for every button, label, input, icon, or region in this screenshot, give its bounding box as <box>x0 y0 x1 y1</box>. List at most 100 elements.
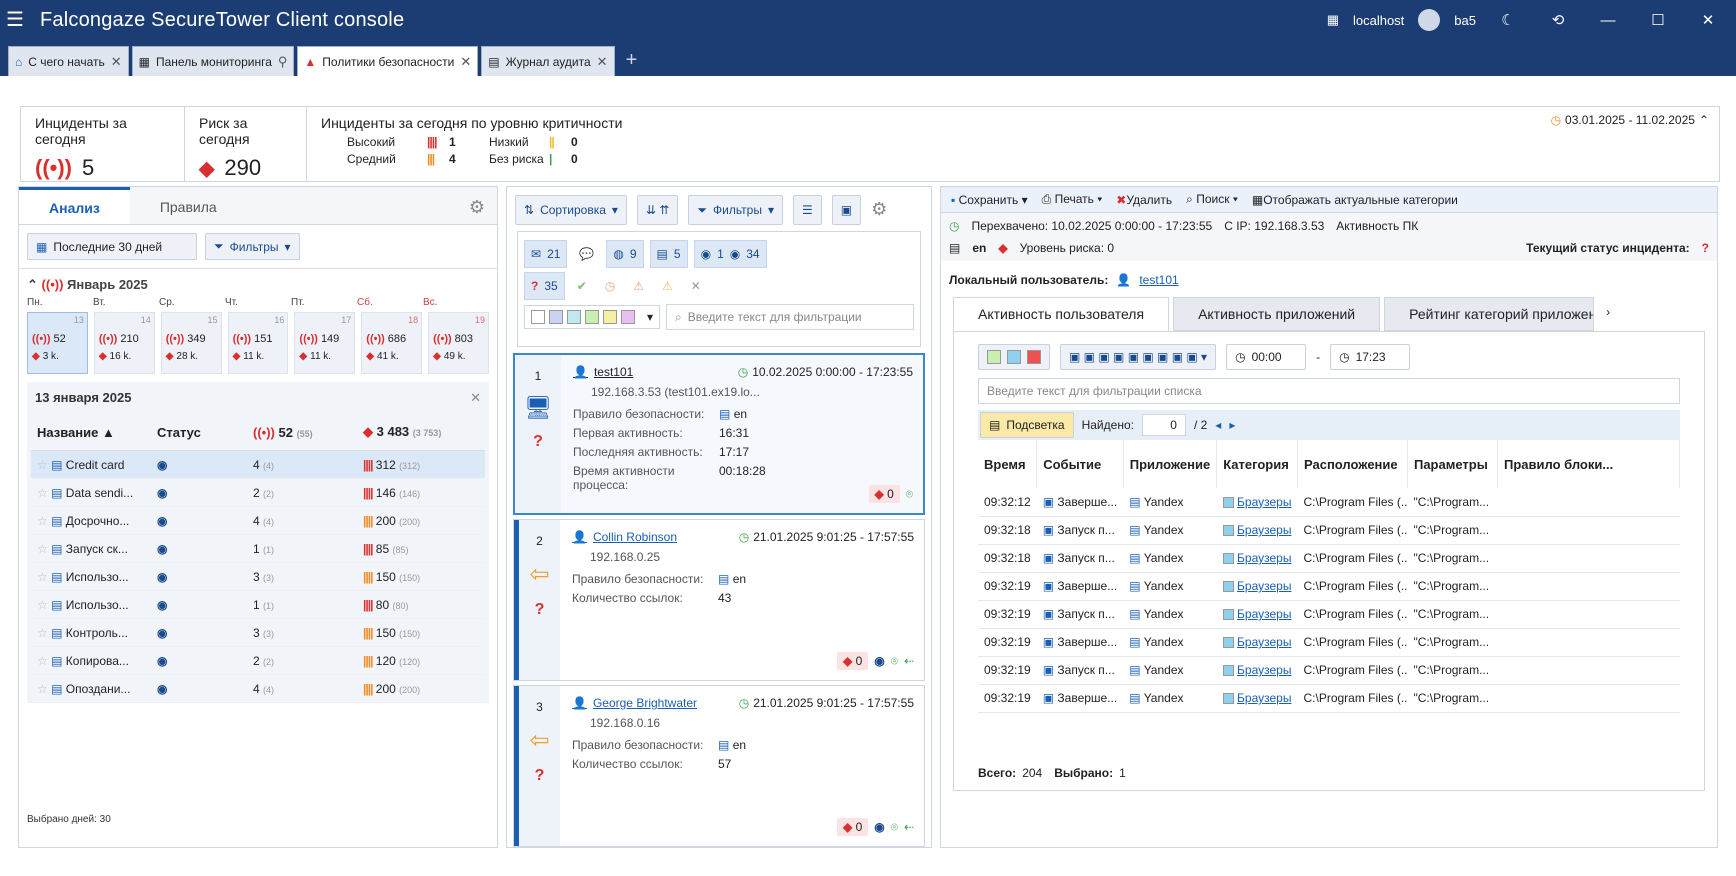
eye-icon[interactable]: ◉ <box>157 626 167 640</box>
category-link[interactable]: Браузеры <box>1237 523 1291 537</box>
col-app[interactable]: Приложение <box>1123 440 1218 488</box>
filter-false[interactable]: ✕ <box>684 272 707 300</box>
table-row[interactable]: 09:32:19 ▣ Заверше... ▤ Yandex Браузеры … <box>978 628 1680 657</box>
add-tab-button[interactable]: + <box>626 49 638 72</box>
found-input[interactable]: 0 <box>1141 414 1186 436</box>
time-from-input[interactable]: ◷ 00:00 <box>1226 344 1307 370</box>
table-row[interactable]: ☆ ▤ Контроль... ◉ 3 (3) |||| 150 (150) <box>31 618 485 647</box>
tab-rules[interactable]: Правила <box>130 187 247 224</box>
table-row[interactable]: ☆ ▤ Использо... ◉ 1 (1) |||| 80 (80) <box>31 590 485 619</box>
tab-monitoring[interactable]: ▦ Панель мониторинга ⚲ <box>131 46 295 76</box>
sort-button[interactable]: ⇅ Сортировка ▾ <box>515 195 627 225</box>
pin-icon[interactable]: ⚲ <box>278 54 288 70</box>
table-row[interactable]: ☆ ▤ Опоздани... ◉ 4 (4) |||| 200 (200) <box>31 674 485 703</box>
filter-resolved[interactable]: ✔ <box>570 272 593 300</box>
chevron-down-icon[interactable]: ▾ <box>612 203 618 217</box>
host-label[interactable]: localhost <box>1353 13 1404 28</box>
chevron-down-icon[interactable]: ▾ <box>647 310 653 324</box>
tab-category-rating[interactable]: Рейтинг категорий приложени <box>1384 297 1595 331</box>
incident-card[interactable]: 3 ⇦? 👤 George Brightwater 192.168.0.16 Пра… <box>513 685 925 847</box>
list-view-button[interactable]: ☰ <box>792 195 822 225</box>
event-type-filter[interactable]: ▣ ▣ ▣ ▣ ▣ ▣ ▣ ▣ ▣ ▾ <box>1060 344 1217 370</box>
minimize-button[interactable]: — <box>1590 12 1626 29</box>
star-icon[interactable]: ☆ <box>37 654 48 668</box>
close-button[interactable]: ✕ <box>1690 11 1726 29</box>
sort-asc-button[interactable]: ⇊ ⇈ <box>636 195 679 225</box>
color-green[interactable] <box>585 310 599 324</box>
day-cell[interactable]: 17 ((•)) 149 ◆ 11 k. <box>294 312 356 374</box>
eye-icon[interactable]: ◉ <box>157 514 167 528</box>
table-row[interactable]: ☆ ▤ Копирова... ◉ 2 (2) |||| 120 (120) <box>31 646 485 675</box>
eye-icon[interactable]: ◉ <box>157 682 167 696</box>
filter-inprogress[interactable]: ◷ <box>598 272 622 300</box>
col-time[interactable]: Время <box>978 440 1038 488</box>
star-icon[interactable]: ☆ <box>37 626 48 640</box>
day-cell[interactable]: 16 ((•)) 151 ◆ 11 k. <box>227 312 289 374</box>
chevron-up-icon[interactable]: ⌃ <box>27 277 38 292</box>
question-icon[interactable]: ? <box>533 433 543 451</box>
incident-card[interactable]: 1 🖥? 👤 test101 192.168.3.53 (test101.ex19.… <box>513 353 925 515</box>
filter-devices[interactable]: ▤ 5 <box>649 240 688 268</box>
eye-icon[interactable]: ◉ <box>157 598 167 612</box>
period-select[interactable]: ▦ Последние 30 дней <box>27 233 197 260</box>
col-risk[interactable]: ◆ 3 483 (3 753) <box>357 414 485 451</box>
question-icon[interactable]: ? <box>535 601 545 619</box>
table-row[interactable]: 09:32:19 ▣ Запуск п... ▤ Yandex Браузеры… <box>978 600 1680 629</box>
col-location[interactable]: Расположение <box>1297 440 1408 488</box>
next-arrow-icon[interactable]: ▸ <box>1229 418 1235 432</box>
col-incidents[interactable]: ((•)) 52 (55) <box>247 414 357 451</box>
filter-mail[interactable]: ✉ 21 <box>524 240 568 268</box>
color-yellow[interactable] <box>603 310 617 324</box>
category-link[interactable]: Браузеры <box>1237 663 1291 677</box>
date-range[interactable]: ◷ 03.01.2025 - 11.02.2025 ⌃ <box>1551 113 1709 127</box>
color-highlight-buttons[interactable] <box>978 344 1050 370</box>
chevron-down-icon[interactable]: ▾ <box>285 240 291 254</box>
star-icon[interactable]: ☆ <box>37 514 48 528</box>
color-cyan[interactable] <box>567 310 581 324</box>
table-row[interactable]: ☆ ▤ Data sendi... ◉ 2 (2) |||| 146 (146) <box>31 478 485 507</box>
chevron-down-icon[interactable]: ▾ <box>768 203 774 217</box>
table-row[interactable]: ☆ ▤ Использо... ◉ 3 (3) |||| 150 (150) <box>31 562 485 591</box>
star-icon[interactable]: ☆ <box>37 486 48 500</box>
filters-button[interactable]: ⏷ Фильтры ▾ <box>205 233 300 260</box>
star-icon[interactable]: ☆ <box>37 598 48 612</box>
day-cell[interactable]: 14 ((•)) 210 ◆ 16 k. <box>93 312 155 374</box>
table-row[interactable]: ☆ ▤ Досрочно... ◉ 4 (4) |||| 200 (200) <box>31 506 485 535</box>
list-filter-input[interactable]: Введите текст для фильтрации списка <box>978 378 1680 404</box>
eye-icon[interactable]: ◉ <box>157 458 167 472</box>
user-label[interactable]: ba5 <box>1454 13 1476 28</box>
tab-analysis[interactable]: Анализ <box>19 187 130 224</box>
star-icon[interactable]: ☆ <box>37 570 48 584</box>
theme-icon[interactable]: ☾ <box>1490 11 1526 29</box>
gear-icon[interactable]: ⚙ <box>457 187 497 224</box>
show-categories-button[interactable]: ▦Отображать актуальные категории <box>1252 193 1458 207</box>
color-pink[interactable] <box>621 310 635 324</box>
close-icon[interactable]: ✕ <box>460 54 471 70</box>
tab-audit-log[interactable]: ▤ Журнал аудита ✕ <box>481 46 615 76</box>
day-cell[interactable]: 18 ((•)) 686 ◆ 41 k. <box>361 312 423 374</box>
table-row[interactable]: ☆ ▤ Запуск ск... ◉ 1 (1) |||| 85 (85) <box>31 534 485 563</box>
table-row[interactable]: 09:32:19 ▣ Заверше... ▤ Yandex Браузеры … <box>978 684 1680 713</box>
day-cell[interactable]: 19 ((•)) 803 ◆ 49 k. <box>428 312 489 374</box>
col-status[interactable]: Статус <box>151 414 247 451</box>
col-block-rule[interactable]: Правило блоки... <box>1497 440 1681 488</box>
filter-viewed[interactable]: ◉ 1 ◉ 34 <box>693 240 767 268</box>
filter-web[interactable]: ◍ 9 <box>606 240 644 268</box>
chevron-up-icon[interactable]: ⌃ <box>1699 113 1709 127</box>
tab-user-activity[interactable]: Активность пользователя <box>953 297 1170 331</box>
close-icon[interactable]: ✕ <box>111 54 122 70</box>
table-row[interactable]: 09:32:19 ▣ Заверше... ▤ Yandex Браузеры … <box>978 572 1680 601</box>
col-category[interactable]: Категория <box>1216 440 1298 488</box>
day-cell[interactable]: 15 ((•)) 349 ◆ 28 k. <box>160 312 222 374</box>
delete-button[interactable]: ✖Удалить <box>1116 193 1172 207</box>
hamburger-menu-icon[interactable]: ☰ <box>6 10 28 30</box>
filter-alarm2[interactable]: ⚠ <box>656 272 679 300</box>
chevron-right-icon[interactable]: › <box>1598 297 1618 331</box>
filter-search-input[interactable]: ⌕ Введите текст для фильтрации <box>666 304 914 330</box>
prev-arrow-icon[interactable]: ◂ <box>1215 418 1221 432</box>
star-icon[interactable]: ☆ <box>37 682 48 696</box>
incident-card[interactable]: 2 ⇦? 👤 Collin Robinson 192.168.0.25 Правил… <box>513 519 925 681</box>
feedback-icon[interactable]: ⟲ <box>1540 11 1576 29</box>
category-link[interactable]: Браузеры <box>1237 495 1291 509</box>
filter-chat[interactable]: 💬 <box>573 240 601 268</box>
